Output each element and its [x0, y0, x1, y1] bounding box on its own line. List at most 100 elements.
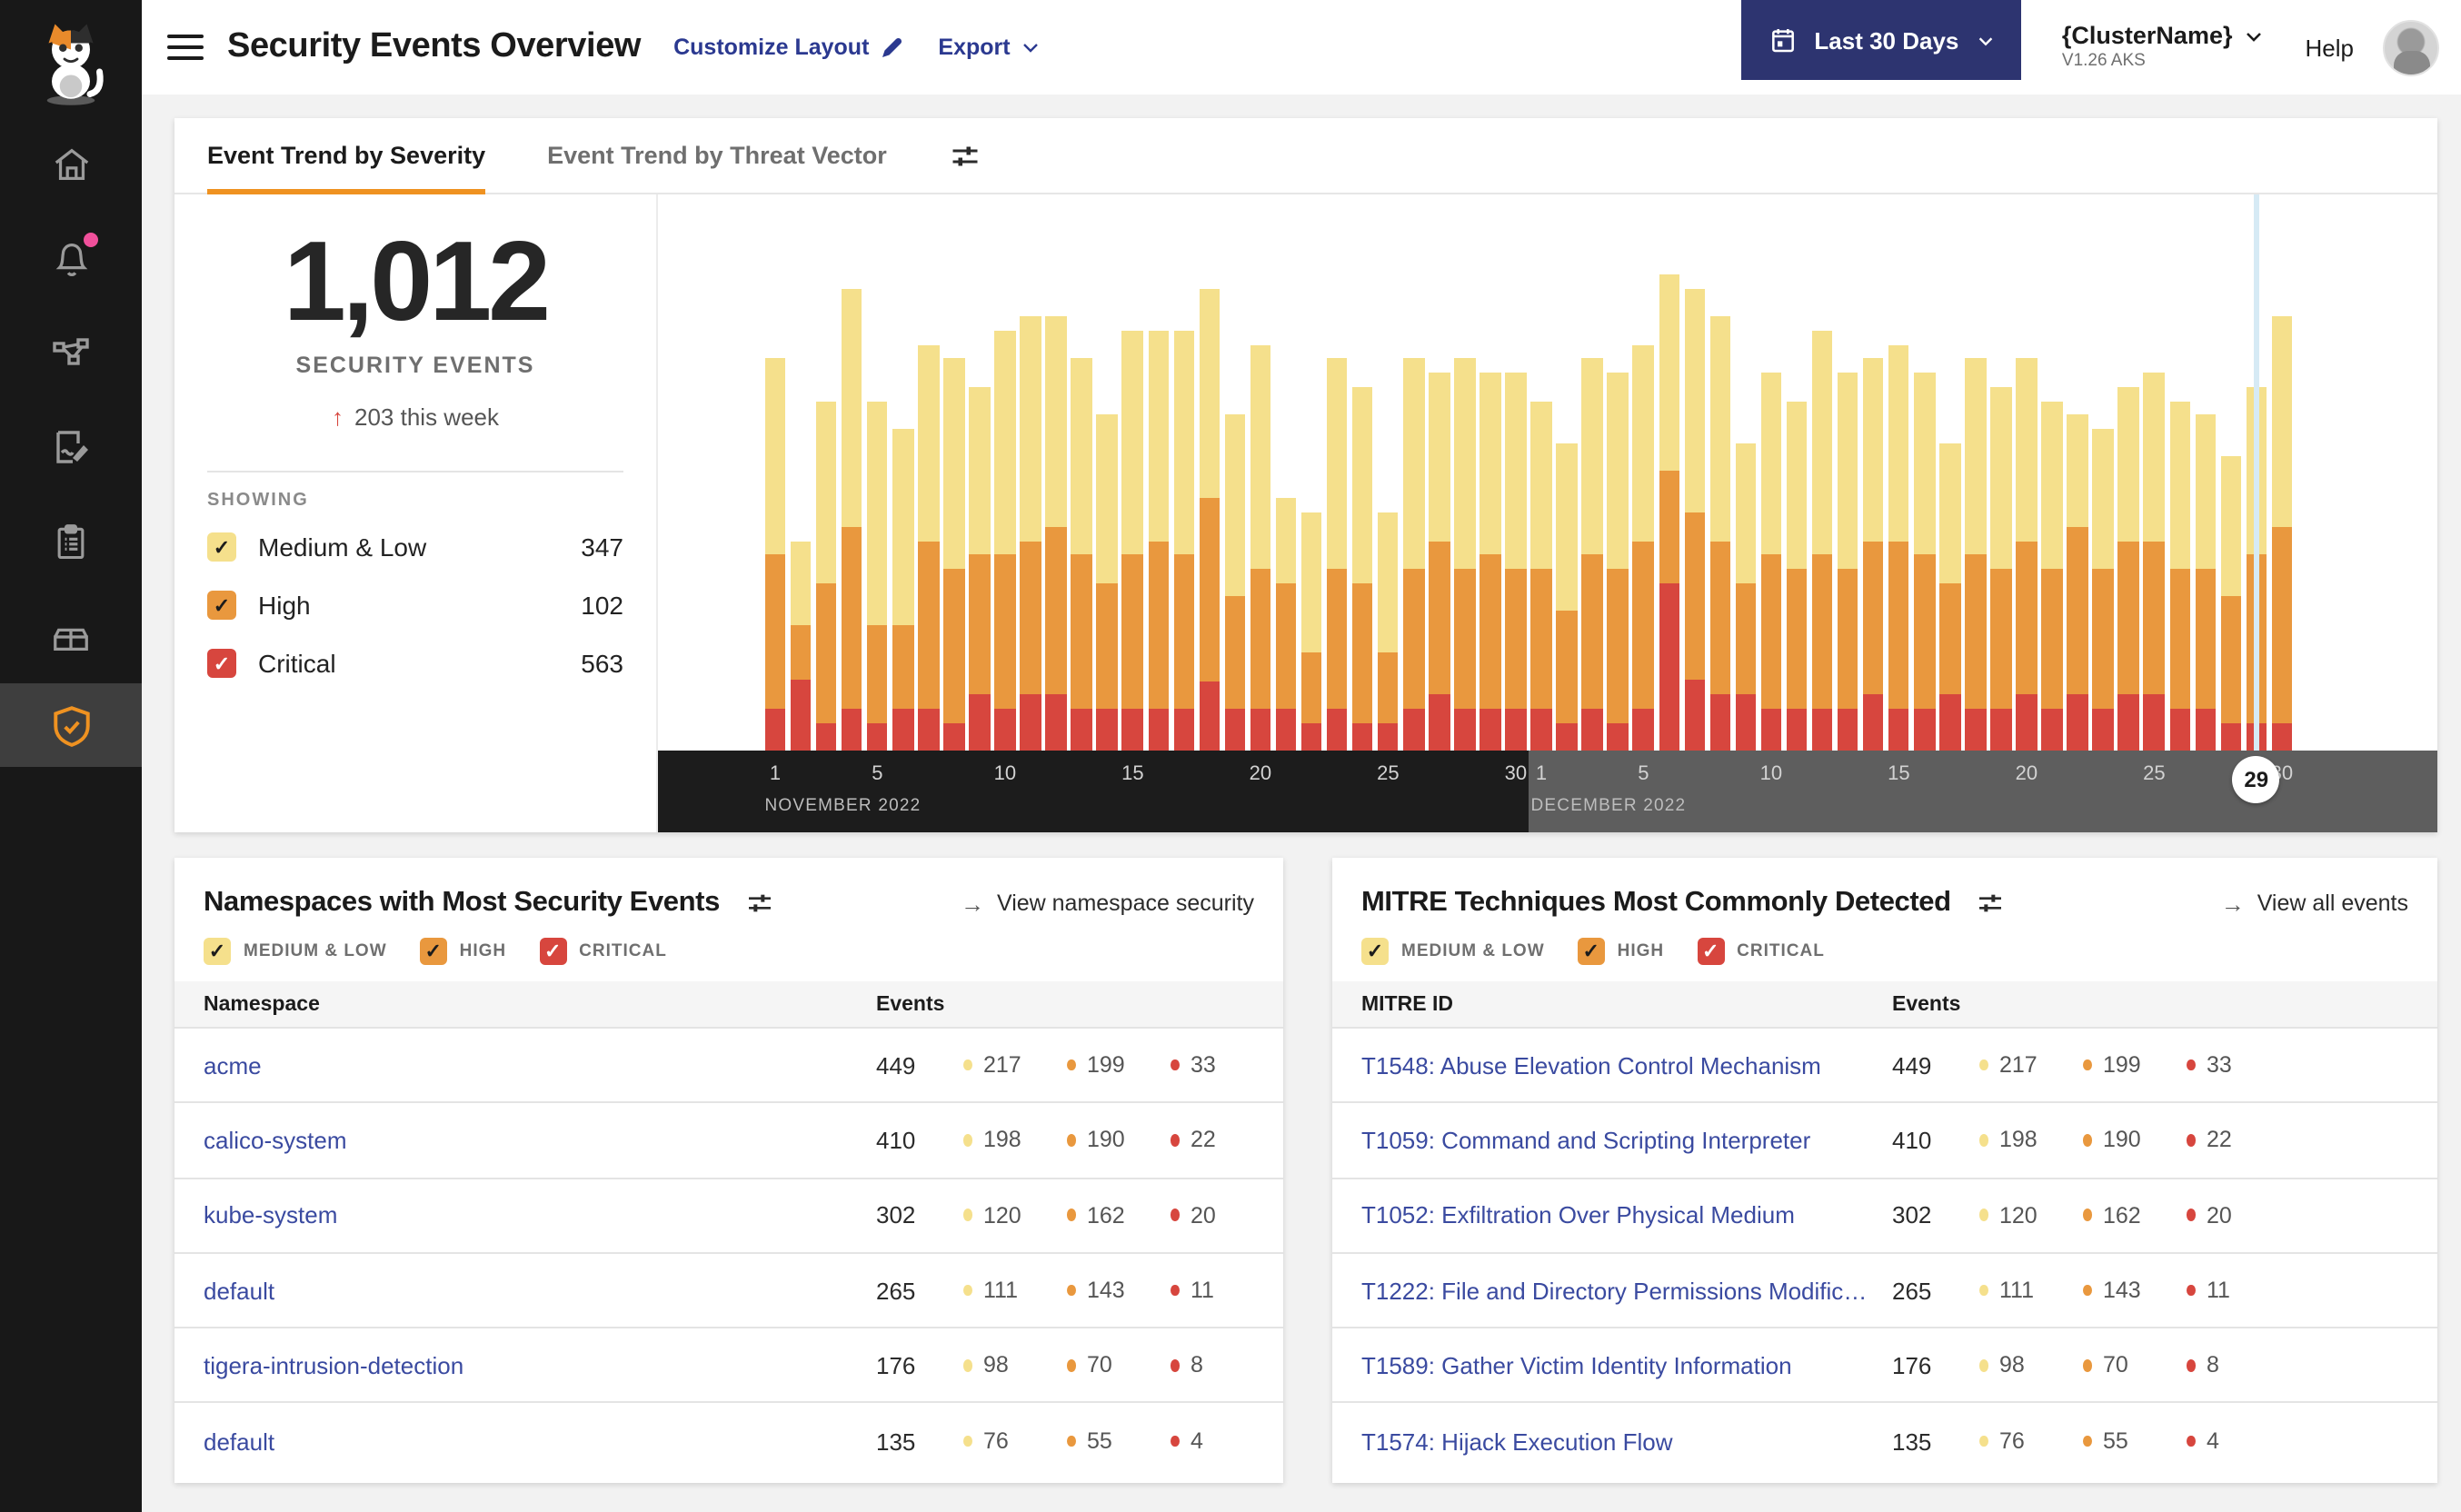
checkbox-high[interactable]: ✓ — [1577, 938, 1605, 965]
chart-bar-day[interactable] — [1990, 386, 2012, 751]
sidebar-item-compliance-reports[interactable] — [0, 494, 142, 589]
current-day-badge[interactable]: 29 — [2232, 756, 2280, 803]
chart-bar-day[interactable] — [1786, 401, 1808, 751]
sidebar-item-service-graph[interactable] — [0, 305, 142, 400]
chart-bar-day[interactable] — [1505, 373, 1527, 751]
chart-bar-day[interactable] — [1250, 344, 1271, 751]
chart-bar-day[interactable] — [1351, 386, 1373, 751]
chart-bar-day[interactable] — [1939, 443, 1961, 751]
chart-bar-day[interactable] — [2195, 414, 2217, 751]
view-all-events-link[interactable]: → View all events — [2221, 890, 2408, 917]
filter-chip-high[interactable]: ✓ HIGH — [1577, 938, 1665, 965]
legend-row-high[interactable]: ✓ High 102 — [207, 576, 623, 634]
chart-bar-day[interactable] — [1556, 443, 1578, 751]
chart-bar-day[interactable] — [2067, 414, 2088, 751]
chart-bar-day[interactable] — [1914, 373, 1935, 751]
tab-event-trend-by-threat-vector[interactable]: Event Trend by Threat Vector — [547, 117, 887, 194]
filter-chip-medium[interactable]: ✓ MEDIUM & LOW — [204, 938, 387, 965]
filter-chip-medium[interactable]: ✓ MEDIUM & LOW — [1361, 938, 1545, 965]
chart-bar-day[interactable] — [1480, 373, 1501, 751]
row-name-link[interactable]: default — [204, 1427, 876, 1455]
user-avatar[interactable] — [2383, 19, 2439, 75]
chart-bar-day[interactable] — [1684, 288, 1706, 751]
namespaces-settings-button[interactable] — [745, 889, 774, 918]
checkbox-high[interactable]: ✓ — [207, 591, 236, 621]
filter-chip-critical[interactable]: ✓ CRITICAL — [1697, 938, 1825, 965]
chart-bar-day[interactable] — [866, 401, 888, 751]
chart-bar-day[interactable] — [1377, 512, 1399, 751]
chart-bar-day[interactable] — [1659, 274, 1679, 751]
chart-bar-day[interactable] — [918, 344, 940, 751]
chart-bar-day[interactable] — [1199, 288, 1221, 751]
legend-row-medium[interactable]: ✓ Medium & Low 347 — [207, 518, 623, 576]
legend-row-critical[interactable]: ✓ Critical 563 — [207, 634, 623, 692]
chart-bar-day[interactable] — [1632, 344, 1654, 751]
sidebar-item-home[interactable] — [0, 116, 142, 211]
row-name-link[interactable]: calico-system — [204, 1127, 876, 1154]
chart-bar-day[interactable] — [1300, 512, 1322, 751]
row-name-link[interactable]: T1222: File and Directory Permissions Mo… — [1361, 1277, 1892, 1304]
row-name-link[interactable]: T1589: Gather Victim Identity Informatio… — [1361, 1352, 1892, 1379]
calico-cat-logo[interactable] — [0, 0, 142, 116]
chart-bar-day[interactable] — [1275, 498, 1297, 751]
row-name-link[interactable]: T1059: Command and Scripting Interpreter — [1361, 1127, 1892, 1154]
chart-bar-day[interactable] — [1429, 373, 1450, 751]
chart-bar-day[interactable] — [994, 331, 1016, 751]
chart-bar-day[interactable] — [1811, 331, 1833, 751]
chart-bar-day[interactable] — [1173, 331, 1195, 751]
help-link[interactable]: Help — [2306, 34, 2355, 61]
chart-bar-day[interactable] — [1760, 373, 1782, 751]
chart-bar-day[interactable] — [2271, 316, 2293, 751]
chart-bar-day[interactable] — [1607, 373, 1629, 751]
chart-bar-day[interactable] — [1735, 443, 1757, 751]
date-range-button[interactable]: Last 30 Days — [1741, 0, 2022, 80]
chart-bar-day[interactable] — [1020, 316, 1041, 751]
checkbox-critical[interactable]: ✓ — [207, 649, 236, 679]
chart-bar-day[interactable] — [1071, 358, 1092, 751]
chart-bar-day[interactable] — [1837, 373, 1858, 751]
chart-bar-day[interactable] — [1581, 358, 1603, 751]
view-namespace-security-link[interactable]: → View namespace security — [961, 890, 1254, 917]
chart-bar-day[interactable] — [2220, 456, 2242, 751]
sidebar-item-security-events[interactable] — [0, 683, 142, 767]
filter-chip-critical[interactable]: ✓ CRITICAL — [539, 938, 667, 965]
sidebar-item-endpoints[interactable] — [0, 589, 142, 683]
chart-bar-day[interactable] — [969, 386, 991, 751]
chart-bar-day[interactable] — [1148, 331, 1169, 751]
chart-bar-day[interactable] — [2016, 358, 2038, 751]
chart-bar-day[interactable] — [2169, 401, 2190, 751]
chart-bar-day[interactable] — [841, 288, 862, 751]
chart-bar-day[interactable] — [2092, 428, 2114, 751]
customize-layout-button[interactable]: Customize Layout — [673, 34, 905, 61]
cluster-selector[interactable]: {ClusterName} V1.26 AKS — [2062, 22, 2266, 74]
chart-bar-day[interactable] — [1096, 414, 1118, 751]
checkbox-medium[interactable]: ✓ — [1361, 938, 1389, 965]
chart-bar-day[interactable] — [1862, 358, 1884, 751]
chart-bar-day[interactable] — [815, 401, 837, 751]
sidebar-item-policies[interactable] — [0, 400, 142, 494]
chart-bar-day[interactable] — [1121, 331, 1143, 751]
tab-event-trend-by-severity[interactable]: Event Trend by Severity — [207, 117, 486, 194]
chart-bar-day[interactable] — [2143, 373, 2165, 751]
row-name-link[interactable]: T1052: Exfiltration Over Physical Medium — [1361, 1201, 1892, 1228]
sidebar-item-alerts[interactable] — [0, 211, 142, 305]
filter-chip-high[interactable]: ✓ HIGH — [419, 938, 507, 965]
chart-bar-day[interactable] — [2041, 401, 2063, 751]
row-name-link[interactable]: T1574: Hijack Execution Flow — [1361, 1427, 1892, 1455]
row-name-link[interactable]: tigera-intrusion-detection — [204, 1352, 876, 1379]
row-name-link[interactable]: kube-system — [204, 1201, 876, 1228]
chart-bar-day[interactable] — [790, 541, 812, 751]
chart-settings-button[interactable] — [949, 139, 981, 172]
checkbox-high[interactable]: ✓ — [419, 938, 447, 965]
row-name-link[interactable]: T1548: Abuse Elevation Control Mechanism — [1361, 1051, 1892, 1079]
export-button[interactable]: Export — [938, 35, 1041, 60]
chart-bar-day[interactable] — [1454, 358, 1476, 751]
chart-bar-day[interactable] — [1403, 358, 1424, 751]
row-name-link[interactable]: default — [204, 1277, 876, 1304]
chart-bar-day[interactable] — [943, 358, 965, 751]
checkbox-critical[interactable]: ✓ — [1697, 938, 1725, 965]
checkbox-medium[interactable]: ✓ — [207, 532, 236, 562]
checkbox-medium[interactable]: ✓ — [204, 938, 231, 965]
chart-bar-day[interactable] — [1326, 358, 1348, 751]
chart-bar-day[interactable] — [1045, 316, 1067, 751]
